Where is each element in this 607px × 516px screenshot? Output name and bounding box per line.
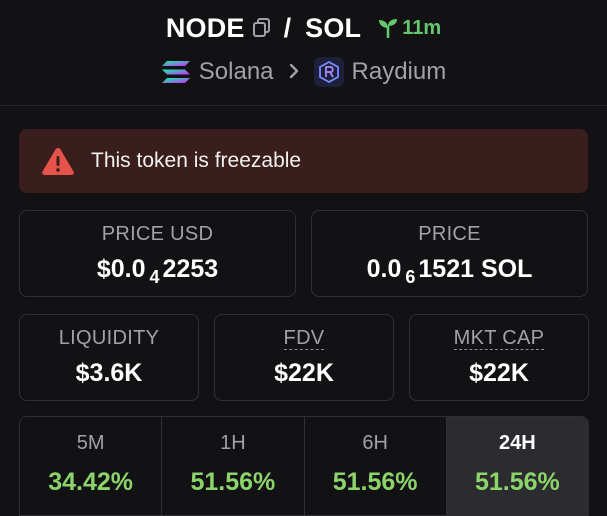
fdv-label: FDV	[215, 325, 393, 351]
mkt-cap-card[interactable]: MKT CAP $22K	[409, 314, 589, 401]
raydium-logo-icon	[313, 57, 344, 87]
liquidity-label: LIQUIDITY	[58, 327, 160, 349]
dex-link[interactable]: Raydium	[313, 57, 447, 87]
price-usd-label: PRICE USD	[101, 223, 214, 245]
tab-5m-label: 5M	[76, 432, 105, 454]
price-usd-digits: 2253	[162, 255, 219, 283]
pair-header: NODE / SOL 11m Solana Raydium	[0, 0, 607, 106]
tab-6h-label: 6H	[362, 432, 388, 454]
price-native-card: PRICE 0.0 6 1521 SOL	[311, 210, 588, 297]
pair-age: 11m	[377, 17, 441, 40]
base-symbol: NODE	[165, 12, 245, 43]
solana-logo-icon	[161, 61, 190, 83]
pair-age-value: 11m	[402, 16, 442, 39]
price-usd-card: PRICE USD $0.0 4 2253	[19, 210, 296, 297]
warning-text: This token is freezable	[91, 149, 302, 172]
tab-24h[interactable]: 24H 51.56%	[446, 417, 588, 515]
price-native-prefix: 0.0	[366, 255, 402, 283]
mkt-cap-label-text[interactable]: MKT CAP	[453, 327, 545, 350]
price-native-label: PRICE	[418, 223, 481, 245]
copy-icon[interactable]	[252, 17, 272, 39]
tab-5m-change: 34.42%	[48, 468, 134, 496]
quote-symbol: SOL	[305, 12, 362, 43]
tab-1h-label: 1H	[220, 432, 246, 454]
tab-5m[interactable]: 5M 34.42%	[20, 417, 163, 515]
fdv-value: $22K	[274, 359, 334, 387]
liquidity-card: LIQUIDITY $3.6K	[19, 314, 199, 401]
fdv-label-text[interactable]: FDV	[283, 327, 325, 350]
price-native-digits: 1521	[418, 255, 475, 283]
price-usd-zero-count: 4	[149, 267, 160, 287]
mkt-cap-value: $22K	[469, 359, 529, 387]
tab-1h[interactable]: 1H 51.56%	[162, 417, 305, 515]
tab-6h-change: 51.56%	[332, 468, 418, 496]
chain-link[interactable]: Solana	[161, 58, 274, 86]
tab-6h[interactable]: 6H 51.56%	[304, 417, 447, 515]
seedling-icon	[379, 19, 398, 38]
mkt-cap-label: MKT CAP	[410, 325, 588, 351]
price-usd-prefix: $0.0	[96, 255, 146, 283]
chevron-right-icon	[288, 59, 300, 85]
tab-24h-label: 24H	[499, 432, 536, 454]
fdv-card[interactable]: FDV $22K	[214, 314, 394, 401]
liquidity-value: $3.6K	[75, 359, 143, 387]
price-native-zero-count: 6	[405, 267, 416, 287]
pair-title: NODE / SOL 11m	[0, 10, 607, 46]
timeframe-tabs: 5M 34.42% 1H 51.56% 6H 51.56% 24H 51.56%	[19, 416, 589, 516]
price-native-value: 0.0 6 1521 SOL	[312, 253, 587, 287]
tab-24h-change: 51.56%	[474, 468, 560, 496]
chain-name: Solana	[198, 58, 274, 85]
dex-name: Raydium	[351, 58, 447, 85]
tab-1h-change: 51.56%	[190, 468, 276, 496]
breadcrumb: Solana Raydium	[0, 55, 607, 89]
freeze-warning-banner: This token is freezable	[19, 129, 588, 193]
price-usd-value: $0.0 4 2253	[20, 253, 295, 287]
warning-triangle-icon	[42, 148, 74, 175]
pair-separator: /	[283, 12, 292, 43]
price-native-unit: SOL	[480, 255, 533, 283]
